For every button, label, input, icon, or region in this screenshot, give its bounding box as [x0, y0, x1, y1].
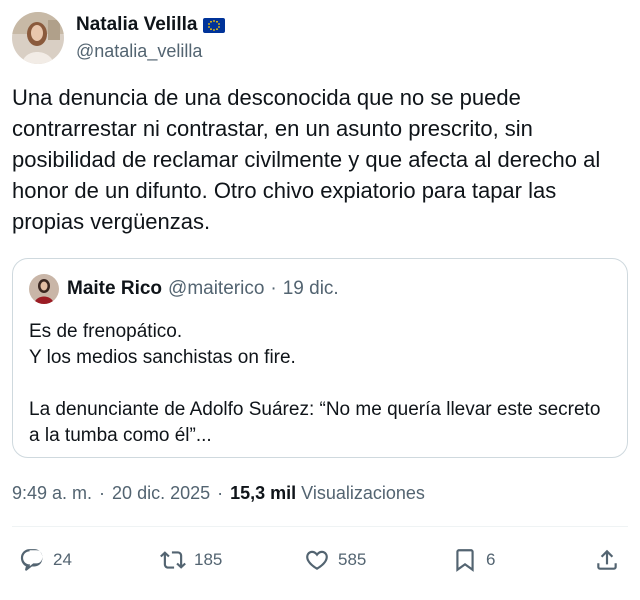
- retweet-count: 185: [194, 550, 223, 569]
- reply-button[interactable]: 24: [19, 540, 72, 580]
- author-name-row: Natalia Velilla: [76, 13, 226, 37]
- author-info: Natalia Velilla @natalia_velilla: [76, 13, 226, 63]
- quoted-tweet-text: Es de frenopático. Y los medios sanchist…: [29, 321, 601, 446]
- author-avatar[interactable]: [12, 12, 64, 64]
- divider: [12, 526, 628, 527]
- quoted-author-avatar: [29, 274, 59, 304]
- bookmark-icon: [456, 549, 474, 572]
- retweet-icon: [160, 551, 186, 569]
- meta-separator: ·: [217, 483, 224, 503]
- tweet-card: Natalia Velilla @natalia_velilla Una den…: [0, 0, 640, 600]
- tweet-meta: 9:49 a. m. · 20 dic. 2025 · 15,3 mil Vis…: [12, 480, 425, 506]
- bookmark-button[interactable]: 6: [452, 540, 495, 580]
- quoted-tweet[interactable]: Maite Rico @maiterico · 19 dic. Es de fr…: [12, 258, 628, 458]
- share-button[interactable]: [594, 540, 620, 580]
- tweet-text: Una denuncia de una desconocida que no s…: [12, 85, 607, 234]
- tweet-time[interactable]: 9:49 a. m.: [12, 480, 92, 506]
- author-name[interactable]: Natalia Velilla: [76, 13, 197, 37]
- heart-icon: [306, 550, 328, 570]
- like-button[interactable]: 585: [304, 540, 366, 580]
- tweet-date[interactable]: 20 dic. 2025: [112, 480, 210, 506]
- author-handle[interactable]: @natalia_velilla: [76, 39, 225, 63]
- reply-count: 24: [53, 550, 72, 569]
- tweet-header: Natalia Velilla @natalia_velilla: [12, 12, 226, 64]
- bookmark-count: 6: [486, 550, 496, 569]
- quoted-tweet-header: Maite Rico @maiterico · 19 dic.: [29, 273, 611, 305]
- reply-icon: [20, 549, 43, 571]
- quoted-author-handle: @maiterico: [168, 278, 265, 299]
- views-label[interactable]: Visualizaciones: [301, 480, 425, 506]
- tweet-actions: 24 185 585 6: [12, 540, 628, 580]
- share-icon: [597, 549, 617, 570]
- like-count: 585: [338, 550, 367, 569]
- views-count[interactable]: 15,3 mil: [230, 480, 296, 506]
- eu-flag-icon: [203, 17, 226, 33]
- meta-separator: ·: [99, 483, 106, 503]
- retweet-button[interactable]: 185: [160, 540, 222, 580]
- quoted-author-name: Maite Rico: [67, 278, 163, 299]
- quoted-date: 19 dic.: [282, 278, 339, 299]
- quoted-separator: ·: [270, 278, 277, 299]
